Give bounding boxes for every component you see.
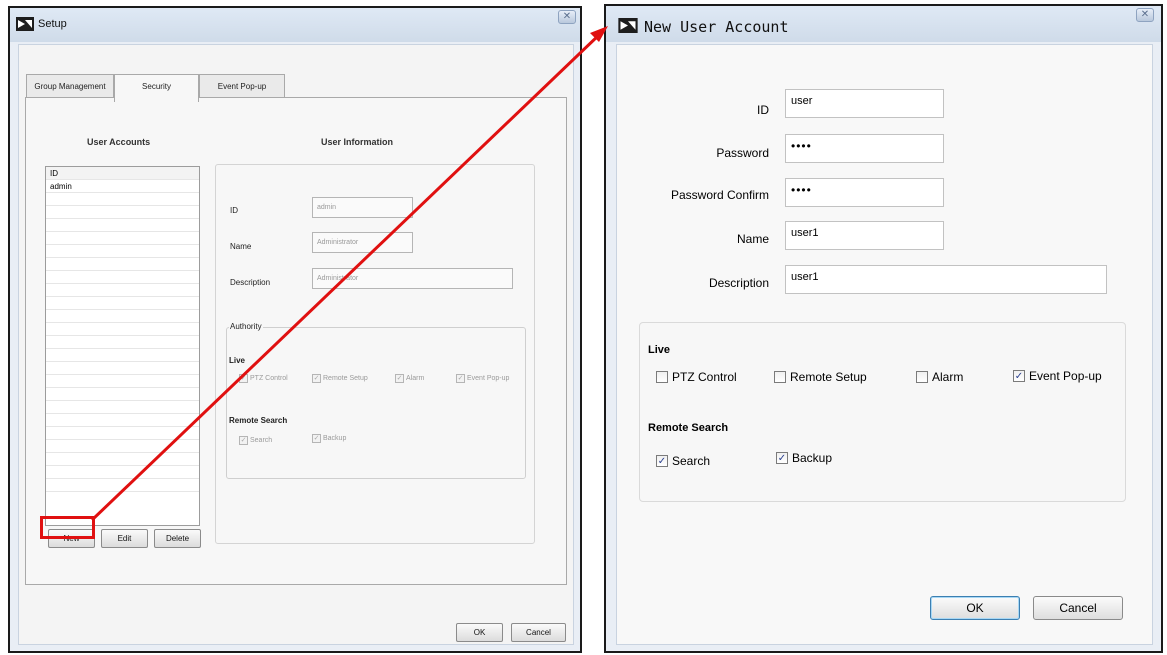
tab-security[interactable]: Security [114,74,199,102]
